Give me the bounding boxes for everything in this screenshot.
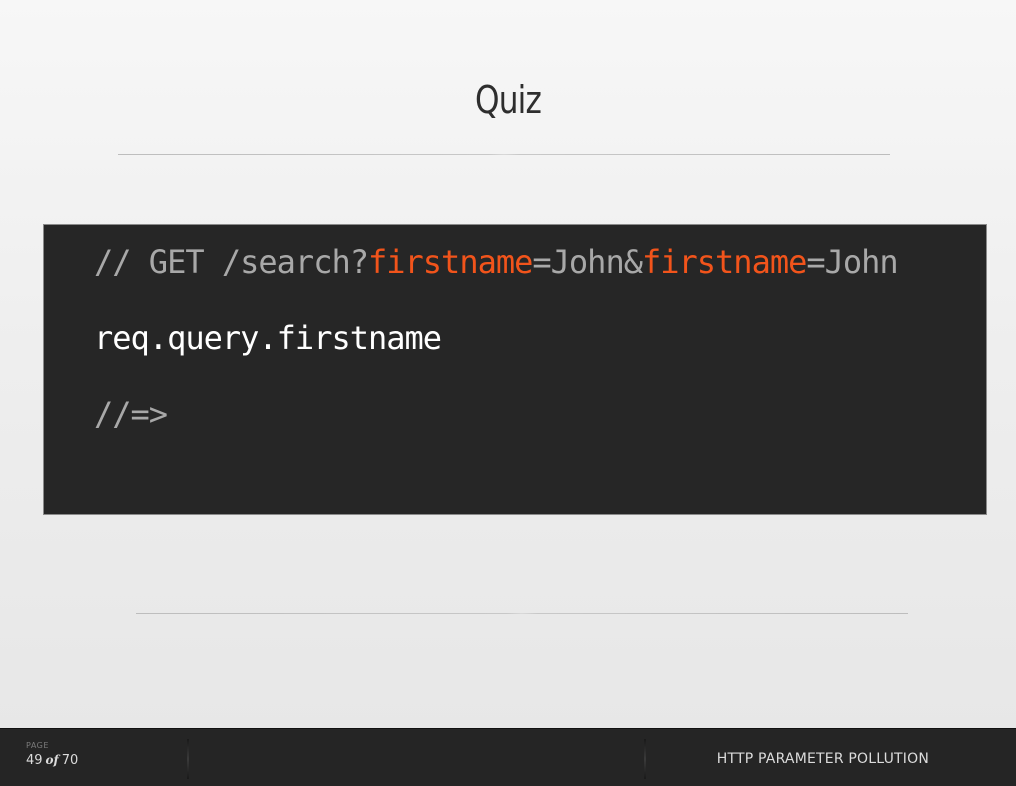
code-param-highlight: firstname (367, 243, 533, 281)
slide-footer: PAGE 49 of 70 HTTP PARAMETER POLLUTION (0, 728, 1016, 786)
page-counter: 49 of 70 (26, 753, 78, 768)
footer-divider (187, 739, 189, 779)
footer-divider (644, 739, 646, 779)
code-comment-suffix: =John (806, 243, 898, 281)
code-line-comment-request: // GET /search?firstname=John&firstname=… (94, 243, 899, 281)
code-param-highlight: firstname (641, 243, 807, 281)
code-line-expression: req.query.firstname (94, 319, 442, 357)
page-label: PAGE (26, 741, 49, 750)
code-line-result: //=> (94, 395, 168, 433)
presentation-title: HTTP PARAMETER POLLUTION (716, 751, 929, 767)
current-page: 49 (26, 753, 43, 768)
code-comment-middle: =John& (532, 243, 643, 281)
slide-title: Quiz (474, 78, 542, 122)
page-of-label: of (45, 753, 59, 767)
total-pages: 70 (61, 753, 79, 768)
bottom-divider (136, 613, 908, 614)
code-comment-prefix: // GET /search? (94, 243, 369, 281)
code-block: // GET /search?firstname=John&firstname=… (43, 224, 987, 515)
title-divider (118, 154, 890, 155)
